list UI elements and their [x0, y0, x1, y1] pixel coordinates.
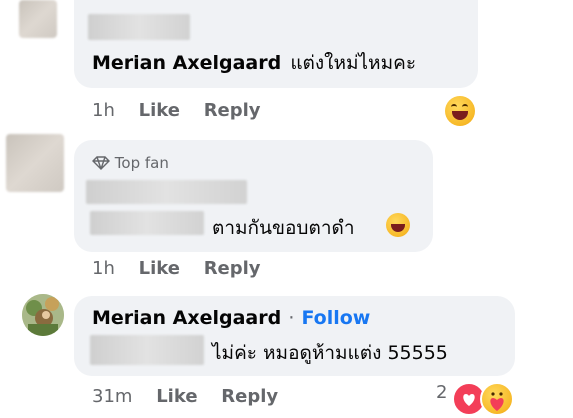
- avatar-image: [22, 294, 64, 336]
- reaction-summary[interactable]: 2: [436, 382, 447, 403]
- comment-meta: 1h Like Reply: [92, 100, 261, 121]
- reply-button[interactable]: Reply: [204, 100, 261, 121]
- like-button[interactable]: Like: [139, 100, 180, 121]
- comment-text: ไม่ค่ะ หมอดูห้ามแต่ง 55555: [212, 342, 448, 364]
- haha-reaction-icon[interactable]: [445, 96, 475, 126]
- redacted-text: [90, 211, 204, 235]
- care-icon: [480, 382, 514, 416]
- comment-text: ตามกันขอบตาดำ: [212, 217, 355, 239]
- comment-text: แต่งใหม่ไหมคะ: [290, 52, 417, 74]
- comment-content: Merian Axelgaard แต่งใหม่ไหมคะ: [92, 48, 416, 78]
- reply-button[interactable]: Reply: [221, 386, 278, 407]
- comment-header: Merian Axelgaard · Follow: [92, 307, 370, 329]
- timestamp[interactable]: 31m: [92, 386, 132, 407]
- laughing-crying-icon: [386, 213, 410, 237]
- avatar[interactable]: [6, 134, 64, 192]
- author-name[interactable]: Merian Axelgaard: [92, 52, 281, 74]
- badge-label: Top fan: [114, 154, 169, 172]
- diamond-icon: [92, 156, 110, 170]
- reaction-count: 2: [436, 382, 448, 403]
- avatar[interactable]: [19, 0, 57, 38]
- comment-meta: 31m Like Reply: [92, 386, 278, 407]
- top-fan-badge: Top fan: [92, 154, 169, 172]
- redacted-name: [86, 180, 247, 204]
- separator: ·: [288, 307, 295, 329]
- avatar[interactable]: [22, 294, 64, 336]
- timestamp[interactable]: 1h: [92, 258, 115, 279]
- follow-button[interactable]: Follow: [301, 307, 370, 329]
- redacted-text: [90, 335, 204, 365]
- like-button[interactable]: Like: [139, 258, 180, 279]
- redacted-text: [88, 14, 190, 40]
- reply-button[interactable]: Reply: [204, 258, 261, 279]
- comment-meta: 1h Like Reply: [92, 258, 261, 279]
- timestamp[interactable]: 1h: [92, 100, 115, 121]
- author-name[interactable]: Merian Axelgaard: [92, 307, 281, 329]
- like-button[interactable]: Like: [156, 386, 197, 407]
